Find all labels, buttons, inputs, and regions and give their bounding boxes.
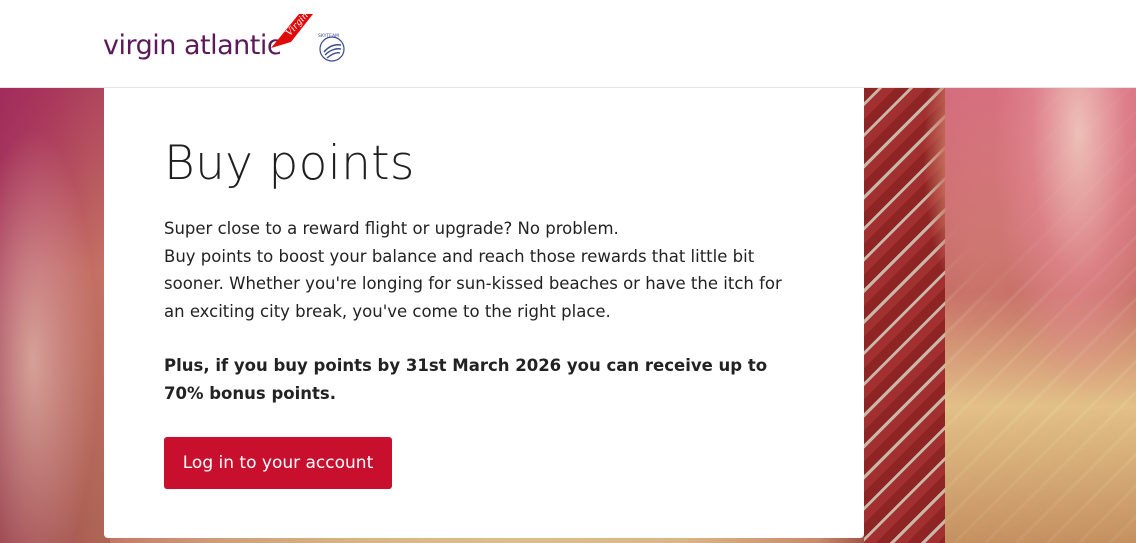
hero-bar-scene <box>945 88 1136 543</box>
hero-left-scene <box>0 88 110 543</box>
logo-wordmark: virgin atlantic <box>103 30 282 61</box>
logo-flag-text: Virgin <box>285 12 311 38</box>
site-header: virgin atlantic Virgin SKYTEAM <box>0 0 1136 88</box>
virgin-atlantic-logo[interactable]: virgin atlantic Virgin SKYTEAM <box>103 11 363 72</box>
intro-text: Super close to a reward flight or upgrad… <box>164 215 804 325</box>
intro-line-2: Buy points to boost your balance and rea… <box>164 246 782 321</box>
intro-line-1: Super close to a reward flight or upgrad… <box>164 219 619 238</box>
page-title: Buy points <box>164 136 415 191</box>
buy-points-card: Buy points Super close to a reward fligh… <box>104 88 864 538</box>
promo-text: Plus, if you buy points by 31st March 20… <box>164 356 768 403</box>
virgin-flag-icon: Virgin <box>269 11 315 59</box>
skyteam-text: SKYTEAM <box>318 33 339 39</box>
login-button[interactable]: Log in to your account <box>164 437 392 489</box>
skyteam-icon: SKYTEAM <box>315 30 349 69</box>
